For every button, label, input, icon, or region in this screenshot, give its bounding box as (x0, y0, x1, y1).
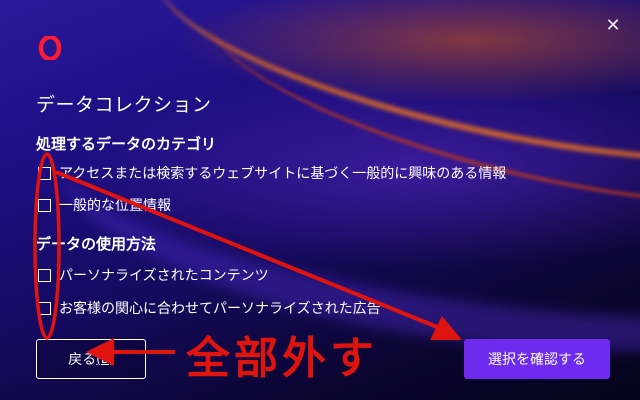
annotation-text: 全部外す (186, 333, 378, 384)
annotation-arrow (55, 170, 443, 331)
annotation-arrowhead (86, 338, 114, 366)
annotation-circle (33, 152, 61, 340)
